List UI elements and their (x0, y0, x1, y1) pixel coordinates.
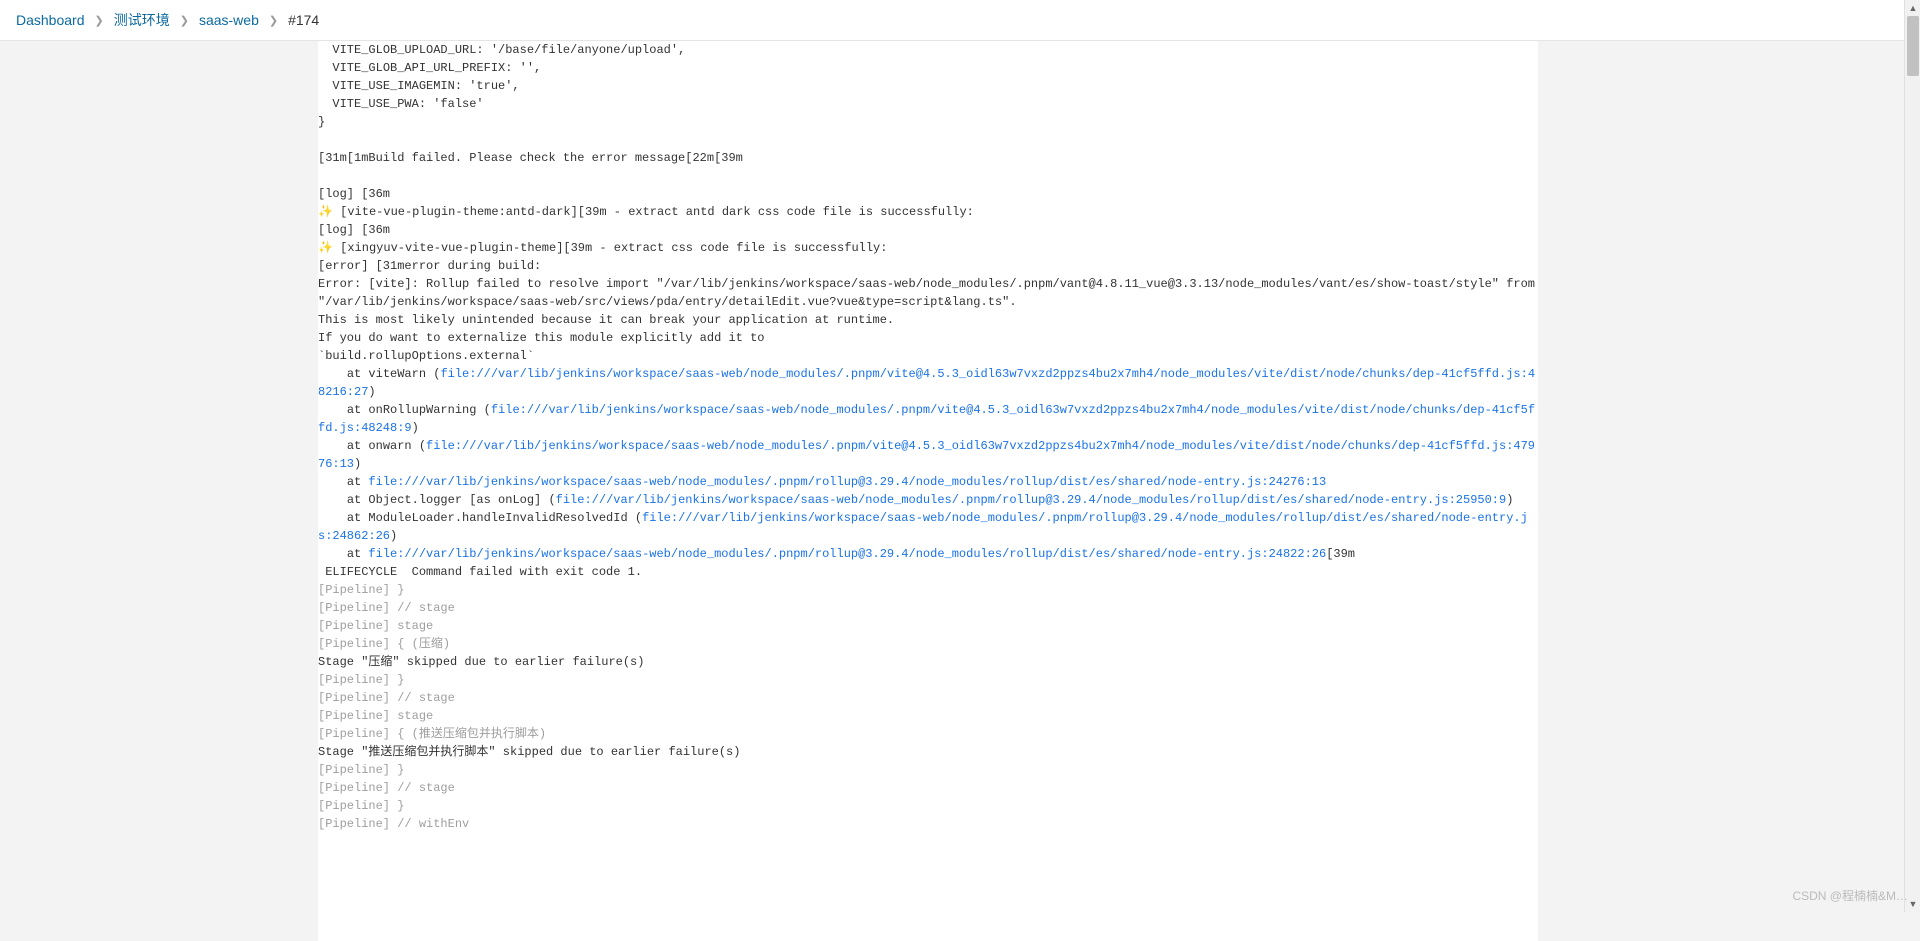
chevron-right-icon: ❯ (180, 14, 189, 27)
console-line: ✨ [xingyuv-vite-vue-plugin-theme][39m -… (318, 241, 887, 255)
console-line: VITE_GLOB_UPLOAD_URL: '/base/file/anyone… (318, 43, 685, 57)
console-line: VITE_USE_IMAGEMIN: 'true', (318, 79, 520, 93)
scrollbar-thumb[interactable] (1907, 16, 1919, 76)
console-line: Error: [vite]: Rollup failed to resolve … (318, 277, 1542, 309)
console-line: [Pipeline] // stage (318, 601, 455, 615)
stack-trace-link[interactable]: file:///var/lib/jenkins/workspace/saas-w… (318, 403, 1535, 435)
console-line: If you do want to externalize this modul… (318, 331, 764, 345)
console-line: } (318, 115, 325, 129)
console-line: Stage "推送压缩包并执行脚本" skipped due to earlie… (318, 745, 740, 759)
breadcrumb-dashboard[interactable]: Dashboard (16, 12, 85, 28)
console-line: at file:///var/lib/jenkins/workspace/saa… (318, 475, 1326, 489)
scroll-up-arrow-icon[interactable]: ▲ (1905, 0, 1920, 16)
breadcrumb: Dashboard ❯ 测试环境 ❯ saas-web ❯ #174 (0, 0, 1920, 41)
vertical-scrollbar[interactable]: ▲ ▼ (1904, 0, 1920, 912)
chevron-right-icon: ❯ (269, 14, 278, 27)
stack-trace-link[interactable]: file:///var/lib/jenkins/workspace/saas-w… (318, 367, 1535, 399)
breadcrumb-job[interactable]: saas-web (199, 12, 259, 28)
console-line: ELIFECYCLE Command failed with exit code… (318, 565, 642, 579)
breadcrumb-env[interactable]: 测试环境 (114, 10, 170, 30)
console-line: at ModuleLoader.handleInvalidResolvedId … (318, 511, 1528, 543)
stack-trace-link[interactable]: file:///var/lib/jenkins/workspace/saas-w… (318, 439, 1535, 471)
page-body: VITE_GLOB_UPLOAD_URL: '/base/file/anyone… (0, 41, 1920, 941)
console-line: This is most likely unintended because i… (318, 313, 894, 327)
console-line: [Pipeline] // stage (318, 781, 455, 795)
console-line: at file:///var/lib/jenkins/workspace/saa… (318, 547, 1355, 561)
console-line: VITE_GLOB_API_URL_PREFIX: '', (318, 61, 541, 75)
console-line: [log] [36m (318, 187, 390, 201)
console-line: ✨ [vite-vue-plugin-theme:antd-dark][39m… (318, 205, 974, 219)
console-panel: VITE_GLOB_UPLOAD_URL: '/base/file/anyone… (318, 41, 1538, 941)
console-line: [Pipeline] stage (318, 619, 433, 633)
console-line: [Pipeline] } (318, 583, 404, 597)
console-output[interactable]: VITE_GLOB_UPLOAD_URL: '/base/file/anyone… (318, 41, 1538, 833)
console-line: [Pipeline] } (318, 799, 404, 813)
console-line: at Object.logger [as onLog] (file:///var… (318, 493, 1513, 507)
scroll-down-arrow-icon[interactable]: ▼ (1905, 896, 1920, 912)
console-line: `build.rollupOptions.external` (318, 349, 534, 363)
breadcrumb-build-number: #174 (288, 12, 319, 28)
stack-trace-link[interactable]: file:///var/lib/jenkins/workspace/saas-w… (368, 547, 1326, 561)
console-line: [Pipeline] } (318, 673, 404, 687)
console-line: at onRollupWarning (file:///var/lib/jenk… (318, 403, 1535, 435)
console-line: [Pipeline] // withEnv (318, 817, 469, 831)
console-line: [Pipeline] { (压缩) (318, 637, 450, 651)
sparkles-icon: ✨ (318, 205, 333, 219)
console-line: [Pipeline] stage (318, 709, 433, 723)
stack-trace-link[interactable]: file:///var/lib/jenkins/workspace/saas-w… (318, 511, 1528, 543)
console-line: Stage "压缩" skipped due to earlier failur… (318, 655, 644, 669)
console-line: at viteWarn (file:///var/lib/jenkins/wor… (318, 367, 1535, 399)
console-line: [error] [31merror during build: (318, 259, 541, 273)
sparkles-icon: ✨ (318, 241, 333, 255)
console-line: [Pipeline] // stage (318, 691, 455, 705)
console-line: VITE_USE_PWA: 'false' (318, 97, 484, 111)
chevron-right-icon: ❯ (95, 14, 104, 27)
console-line: [Pipeline] } (318, 763, 404, 777)
console-line: at onwarn (file:///var/lib/jenkins/works… (318, 439, 1535, 471)
console-line: [log] [36m (318, 223, 390, 237)
stack-trace-link[interactable]: file:///var/lib/jenkins/workspace/saas-w… (556, 493, 1507, 507)
console-line: [Pipeline] { (推送压缩包并执行脚本) (318, 727, 546, 741)
console-line: [31m[1mBuild failed. Please check the … (318, 151, 743, 165)
stack-trace-link[interactable]: file:///var/lib/jenkins/workspace/saas-w… (368, 475, 1326, 489)
